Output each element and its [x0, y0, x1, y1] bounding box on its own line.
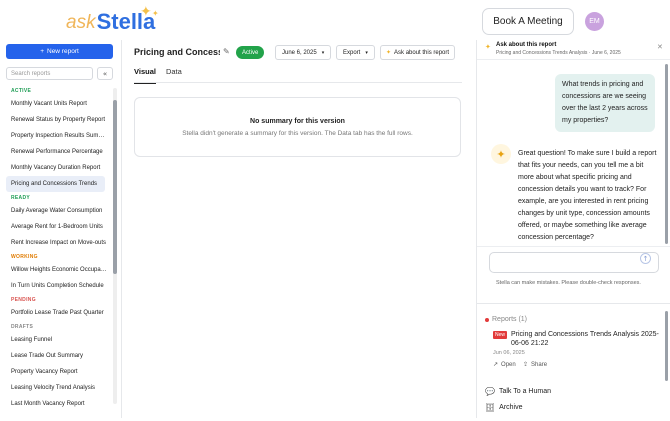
sidebar-report-item[interactable]: Average Rent for 1-Bedroom Units: [0, 219, 107, 235]
reports-count-label: Reports (1): [492, 316, 528, 323]
sidebar-scrollbar[interactable]: [113, 88, 117, 404]
report-main: Pricing and Concessions Trends ✎ Active …: [122, 40, 476, 418]
reports-heading[interactable]: Reports (1): [485, 316, 527, 323]
section-pending: PENDING: [11, 297, 36, 303]
sidebar-report-item[interactable]: Last Month Vacancy Report: [0, 396, 107, 412]
sparkle-icon: ✦: [485, 43, 491, 51]
sidebar-report-item[interactable]: Monthly Vacancy Duration Report: [0, 160, 107, 176]
user-avatar[interactable]: EM: [585, 12, 604, 31]
sparkle-icon: ✦: [386, 50, 392, 56]
send-icon[interactable]: ↑: [640, 253, 651, 264]
plus-icon: +: [40, 48, 44, 55]
sidebar-report-item[interactable]: Willow Heights Economic Occupancy: [0, 262, 107, 278]
sidebar: + New report Search reports « ACTIVE Mont…: [0, 40, 122, 418]
empty-summary-message: Stella didn't generate a summary for thi…: [182, 130, 413, 137]
report-title[interactable]: Pricing and Concessions Trends: [134, 47, 220, 57]
book-meeting-button[interactable]: Book A Meeting: [482, 8, 574, 35]
collapse-sidebar-button[interactable]: «: [97, 67, 113, 80]
sidebar-report-item[interactable]: Renewal Performance Percentage: [0, 144, 107, 160]
search-placeholder: Search reports: [11, 70, 51, 77]
export-label: Export: [343, 49, 361, 56]
share-report-link[interactable]: ⇪ Share: [523, 361, 548, 369]
reports-scrollbar[interactable]: [665, 309, 669, 421]
external-link-icon: ↗: [493, 362, 499, 368]
sidebar-report-item[interactable]: Portfolio Lease Trade Past Quarter: [0, 305, 107, 321]
talk-to-human-link[interactable]: 💬 Talk To a Human: [485, 387, 551, 396]
reports-scroll-thumb[interactable]: [665, 311, 668, 381]
sidebar-report-item[interactable]: Rent Increase Impact on Move-outs: [0, 235, 107, 251]
search-input[interactable]: Search reports: [6, 67, 93, 80]
sidebar-report-item[interactable]: Leasing Funnel: [0, 332, 107, 348]
archive-label: Archive: [499, 404, 523, 411]
ask-about-report-label: Ask about this report: [394, 49, 450, 56]
ask-about-report-button[interactable]: ✦ Ask about this report: [380, 45, 456, 60]
sidebar-report-item[interactable]: Pricing and Concessions Trends: [6, 176, 105, 192]
report-list: ACTIVE Monthly Vacant Units Report Renewal…: [0, 85, 112, 418]
sidebar-scroll-thumb[interactable]: [113, 100, 117, 274]
sparkle-icon: ✦: [140, 4, 152, 20]
sidebar-report-item[interactable]: Renewal Status by Property Report: [0, 112, 107, 128]
generated-report-name[interactable]: Pricing and Concessions Trends Analysis …: [511, 330, 661, 348]
date-label: June 6, 2025: [282, 49, 317, 56]
reports-divider: [477, 303, 670, 304]
section-working: WORKING: [11, 254, 38, 260]
user-message: What trends in pricing and concessions a…: [555, 74, 655, 132]
ask-stella-logo[interactable]: ask Stella ✦ ✦: [66, 4, 159, 33]
chevron-down-icon: ▾: [365, 49, 368, 56]
archive-link[interactable]: 🗄 Archive: [485, 403, 523, 412]
logo-ask-text: ask: [66, 12, 96, 33]
sidebar-report-item[interactable]: In Turn Units Completion Schedule: [0, 278, 107, 294]
new-badge: New: [493, 331, 508, 339]
open-label: Open: [501, 361, 516, 368]
sidebar-report-item[interactable]: Lease Trade Out Summary: [0, 348, 107, 364]
new-report-button[interactable]: + New report: [6, 44, 113, 59]
chat-header-title: Ask about this report: [496, 42, 557, 48]
new-report-label: New report: [47, 48, 79, 55]
date-dropdown[interactable]: June 6, 2025 ▾: [275, 45, 332, 60]
share-label: Share: [531, 361, 548, 368]
talk-to-human-label: Talk To a Human: [498, 388, 551, 395]
open-report-link[interactable]: ↗ Open: [493, 361, 516, 369]
status-badge: Active: [236, 46, 265, 59]
assistant-message: Great question! To make sure I build a r…: [518, 150, 657, 241]
edit-pencil-icon[interactable]: ✎: [223, 47, 230, 56]
section-drafts: DRAFTS: [11, 324, 34, 330]
top-bar: ask Stella ✦ ✦ Book A Meeting EM: [0, 0, 670, 40]
section-active: ACTIVE: [11, 88, 32, 94]
empty-summary-title: No summary for this version: [250, 118, 345, 125]
chat-scrollbar[interactable]: [665, 60, 669, 250]
notification-dot: [485, 317, 489, 322]
chat-panel: ✦ Ask about this report Pricing and Conc…: [476, 40, 670, 418]
generated-report-date: Jun 06, 2025: [493, 350, 525, 356]
chat-header-subtitle: Pricing and Concessions Trends Analysis …: [496, 50, 621, 56]
section-ready: READY: [11, 195, 31, 201]
share-icon: ⇪: [523, 362, 529, 368]
sidebar-report-item[interactable]: Monthly Vacant Units Report: [0, 96, 107, 112]
sidebar-report-item[interactable]: Property Inspection Results Summary: [0, 128, 107, 144]
chat-scroll-thumb[interactable]: [665, 64, 668, 244]
chat-divider: [477, 246, 670, 247]
chat-input[interactable]: [489, 252, 659, 273]
close-icon[interactable]: ✕: [657, 43, 663, 51]
sidebar-report-item[interactable]: Property Vacancy Report: [0, 364, 107, 380]
disclaimer-text: Stella can make mistakes. Please double-…: [496, 280, 641, 286]
sparkle-small-icon: ✦: [152, 9, 159, 18]
archive-icon: 🗄: [485, 403, 496, 412]
sidebar-report-item[interactable]: Daily Average Water Consumption: [0, 203, 107, 219]
chevron-down-icon: ▾: [321, 49, 325, 56]
sidebar-report-item[interactable]: Leasing Velocity Trend Analysis: [0, 380, 107, 396]
empty-summary-card: No summary for this version Stella didn'…: [134, 97, 461, 157]
chat-bubble-icon: 💬: [485, 387, 495, 396]
chat-header: ✦ Ask about this report Pricing and Conc…: [477, 40, 670, 60]
tab-divider: [134, 82, 462, 83]
export-dropdown[interactable]: Export ▾: [336, 45, 375, 60]
stella-bot-icon: ✦: [491, 144, 511, 164]
